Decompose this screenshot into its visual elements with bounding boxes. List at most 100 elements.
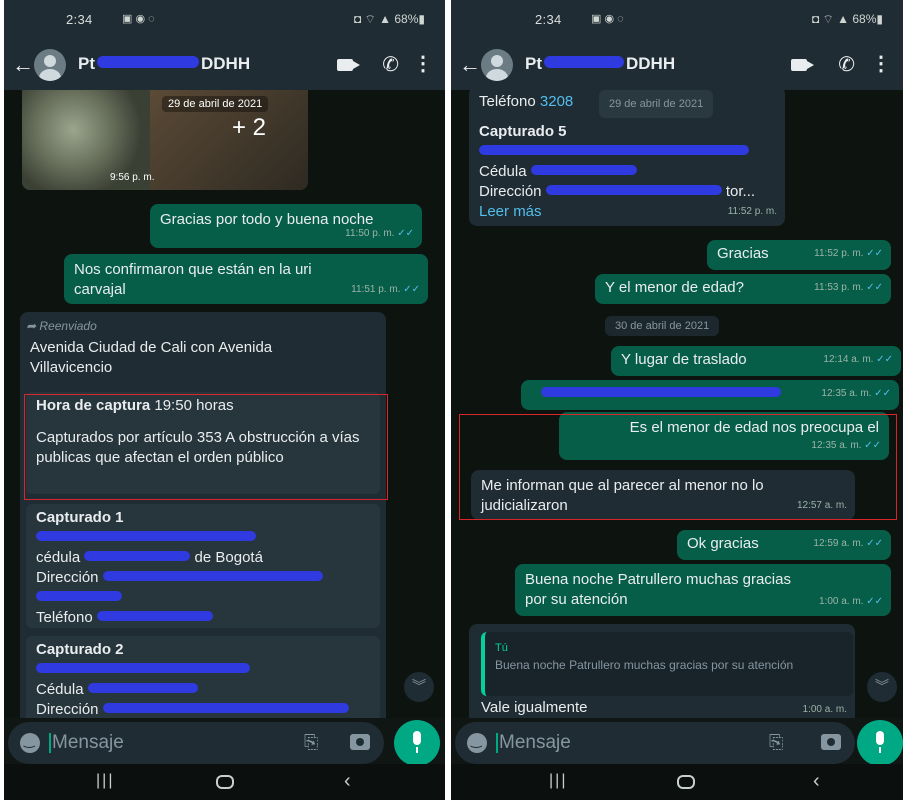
redaction-bar [479, 145, 749, 155]
quoted-message[interactable]: Tú Buena noche Patrullero muchas gracias… [481, 632, 853, 696]
redaction-bar [530, 165, 637, 175]
read-ticks-icon: ✓✓ [866, 248, 883, 259]
chat-area[interactable]: 29 de abril de 2021 + 2 9:56 p. m. Graci… [4, 90, 445, 718]
message-time: 11:51 p. m. [351, 284, 401, 295]
phone-icon[interactable]: ✆ [382, 52, 399, 77]
redaction-bar [97, 56, 199, 68]
message-input[interactable]: Mensaje ⎘ [8, 722, 384, 764]
redaction-bar [84, 551, 191, 561]
avatar[interactable] [481, 49, 513, 81]
message-outgoing[interactable]: Y lugar de traslado 12:14 a. m. ✓✓ [611, 346, 901, 376]
chat-area[interactable]: Teléfono 3208 29 de abril de 2021 Captur… [451, 90, 903, 718]
message-time: 11:52 p. m. [727, 206, 777, 217]
redaction-bar [96, 611, 213, 621]
status-notification-icons: ▣ ◉ ◌ [122, 13, 155, 25]
highlight-box [24, 394, 388, 500]
message-placeholder: Mensaje [52, 732, 124, 753]
read-ticks-icon: ✓✓ [866, 282, 883, 293]
read-ticks-icon: ✓✓ [866, 596, 883, 607]
highlight-box [459, 414, 897, 520]
nav-back-icon[interactable]: ‹ [813, 770, 820, 793]
read-ticks-icon: ✓✓ [866, 538, 883, 549]
message-outgoing[interactable]: Y el menor de edad? 11:53 p. m. ✓✓ [595, 274, 891, 304]
status-time: 2:34 [535, 12, 562, 27]
message-time: 12:59 a. m. [813, 538, 864, 549]
redaction-bar [36, 591, 122, 601]
more-icon[interactable]: ⋮ [413, 51, 433, 76]
redaction-bar [36, 663, 250, 673]
text-caret [496, 733, 498, 753]
read-ticks-icon: ✓✓ [874, 388, 891, 399]
message-time: 11:53 p. m. [814, 282, 864, 293]
message-text: Y lugar de traslado [621, 351, 747, 368]
video-call-icon[interactable] [337, 59, 360, 71]
message-time: 12:14 a. m. [823, 354, 874, 365]
emoji-icon[interactable] [20, 733, 40, 753]
video-call-icon[interactable] [791, 59, 814, 71]
photo-album-message[interactable]: 29 de abril de 2021 + 2 9:56 p. m. [22, 90, 308, 190]
message-time: 12:35 a. m. [821, 388, 872, 399]
attach-icon[interactable]: ⎘ [769, 732, 783, 753]
message-outgoing[interactable]: Ok gracias 12:59 a. m. ✓✓ [677, 530, 891, 560]
nav-home-icon[interactable] [677, 775, 695, 789]
attach-icon[interactable]: ⎘ [304, 732, 318, 753]
back-arrow-icon[interactable]: ← [459, 52, 481, 78]
nav-recents-icon[interactable]: ||| [549, 772, 567, 790]
message-placeholder: Mensaje [499, 732, 571, 753]
message-time: 11:50 p. m. [345, 228, 395, 239]
chat-header: ← Pt DDHH ✆ ⋮ [4, 40, 445, 90]
mic-icon[interactable] [394, 720, 440, 766]
android-nav-bar: ||| ‹ [451, 764, 903, 800]
captured-title: Capturado 5 [479, 123, 567, 140]
avatar[interactable] [34, 49, 66, 81]
message-outgoing[interactable]: Gracias por todo y buena noche 11:50 p. … [150, 204, 422, 248]
message-text: Vale igualmente [481, 699, 588, 716]
forwarded-message[interactable]: Teléfono 3208 29 de abril de 2021 Captur… [469, 90, 785, 226]
scroll-down-icon[interactable]: ︾ [404, 672, 434, 702]
message-input-bar: Mensaje ⎘ [4, 718, 445, 766]
message-outgoing[interactable]: Nos confirmaron que están en la uri carv… [64, 254, 428, 304]
phone-icon[interactable]: ✆ [838, 52, 855, 77]
contact-name[interactable]: Pt DDHH [525, 54, 675, 74]
emoji-icon[interactable] [467, 733, 487, 753]
nav-home-icon[interactable] [216, 775, 234, 789]
nav-back-icon[interactable]: ‹ [344, 770, 351, 793]
message-text: Buena noche Patrullero muchas gracias po… [525, 571, 791, 608]
redaction-bar [87, 683, 198, 693]
reply-message[interactable]: Tú Buena noche Patrullero muchas gracias… [469, 624, 855, 718]
message-outgoing[interactable]: Buena noche Patrullero muchas gracias po… [515, 564, 891, 616]
nav-recents-icon[interactable]: ||| [96, 772, 114, 790]
captured-1-section: Capturado 1 cédula de Bogotá Dirección T… [26, 504, 380, 628]
status-time: 2:34 [66, 12, 93, 27]
back-arrow-icon[interactable]: ← [12, 52, 34, 78]
redaction-bar [544, 56, 624, 68]
redaction-bar [102, 703, 349, 713]
scroll-down-icon[interactable]: ︾ [867, 672, 897, 702]
message-outgoing[interactable]: Gracias 11:52 p. m. ✓✓ [707, 240, 891, 270]
message-input-bar: Mensaje ⎘ [451, 718, 903, 766]
more-icon[interactable]: ⋮ [871, 51, 891, 76]
battery-level: ◘ ⌔ ▲ 68%▮ [811, 12, 883, 26]
contact-name[interactable]: Pt DDHH [78, 54, 250, 74]
quoted-author: Tú [495, 642, 508, 654]
left-screenshot: 2:34 ▣ ◉ ◌ ◘ ⌔ ▲ 68%▮ ← Pt DDHH ✆ ⋮ 29 de… [4, 0, 445, 800]
right-screenshot: 2:34 ▣ ◉ ◌ ◘ ⌔ ▲ 68%▮ ← Pt DDHH ✆ ⋮ Teléf… [451, 0, 903, 800]
redaction-bar [545, 185, 722, 195]
redaction-bar [36, 531, 256, 541]
message-time: 9:56 p. m. [110, 172, 155, 183]
message-time: 1:00 a. m. [802, 704, 847, 715]
message-text: Y el menor de edad? [605, 279, 744, 296]
message-text: Gracias [717, 245, 769, 262]
message-outgoing[interactable]: 12:35 a. m. ✓✓ [521, 380, 899, 410]
message-input[interactable]: Mensaje ⎘ [455, 722, 855, 764]
photo-date: 29 de abril de 2021 [162, 96, 269, 112]
forwarded-location: Avenida Ciudad de Cali con Avenida Villa… [30, 339, 273, 376]
camera-icon[interactable] [350, 734, 370, 750]
camera-icon[interactable] [821, 734, 841, 750]
forwarded-message[interactable]: ➦ Reenviado Avenida Ciudad de Cali con A… [20, 312, 386, 718]
captured-title: Capturado 1 [36, 509, 124, 526]
date-separator: 30 de abril de 2021 [605, 316, 720, 336]
mic-icon[interactable] [857, 720, 903, 766]
message-time: 1:00 a. m. [818, 596, 864, 607]
android-nav-bar: ||| ‹ [4, 764, 445, 800]
